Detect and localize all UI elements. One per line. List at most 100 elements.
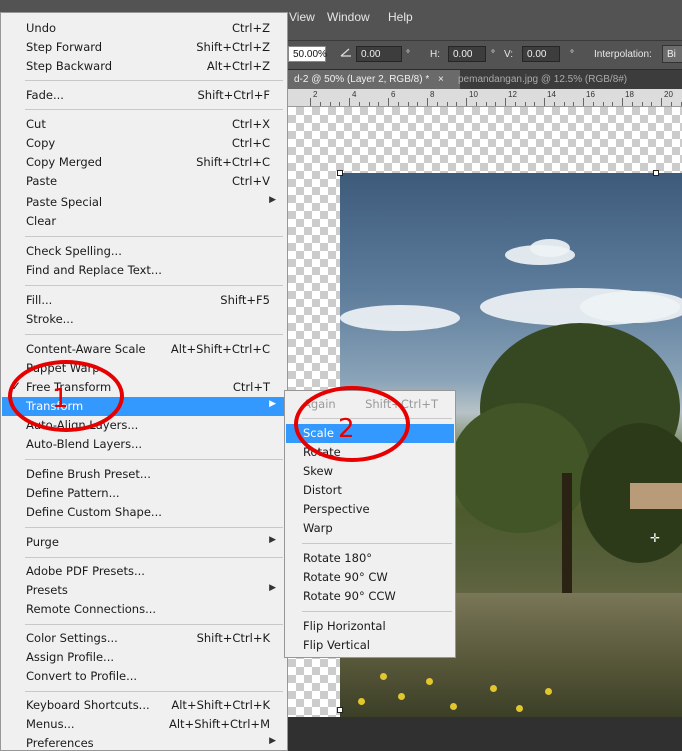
menu-item-content-aware-scale[interactable]: Content-Aware Scale Alt+Shift+Ctrl+C bbox=[2, 340, 286, 359]
menu-item-keyboard-shortcuts[interactable]: Keyboard Shortcuts... Alt+Shift+Ctrl+K bbox=[2, 696, 286, 715]
menu-item-shortcut: Shift+Ctrl+F bbox=[197, 88, 271, 102]
menu-item-auto-blend-layers[interactable]: Auto-Blend Layers... bbox=[2, 435, 286, 454]
menu-separator bbox=[25, 459, 283, 460]
menu-item-preferences[interactable]: Preferences ▶ bbox=[2, 734, 286, 751]
menu-item-color-settings[interactable]: Color Settings... Shift+Ctrl+K bbox=[2, 629, 286, 648]
angle-field[interactable]: 0.00 bbox=[356, 46, 402, 62]
ruler-minor-tick bbox=[446, 102, 448, 106]
menu-item-purge[interactable]: Purge ▶ bbox=[2, 533, 286, 552]
ruler-minor-tick bbox=[592, 102, 594, 106]
crosshair-icon: ✛ bbox=[650, 531, 661, 545]
menu-item-menus[interactable]: Menus... Alt+Shift+Ctrl+M bbox=[2, 715, 286, 734]
menu-window[interactable]: Window bbox=[327, 10, 370, 24]
submenu-item-rotate-180[interactable]: Rotate 180° bbox=[286, 549, 454, 568]
menu-item-fade[interactable]: Fade... Shift+Ctrl+F bbox=[2, 86, 286, 105]
menu-item-shortcut: Shift+Ctrl+C bbox=[196, 155, 270, 169]
submenu-item-skew[interactable]: Skew bbox=[286, 462, 454, 481]
submenu-item-rotate-90-cw[interactable]: Rotate 90° CW bbox=[286, 568, 454, 587]
submenu-item-distort[interactable]: Distort bbox=[286, 481, 454, 500]
close-icon[interactable]: × bbox=[438, 74, 444, 85]
menu-item-label: Preferences bbox=[26, 736, 94, 750]
scale-value-field[interactable]: 50.00% bbox=[288, 46, 327, 62]
document-tabs: d-2 @ 50% (Layer 2, RGB/8) * × pemandang… bbox=[288, 70, 682, 89]
ruler-minor-tick bbox=[358, 102, 360, 106]
angle-icon bbox=[340, 46, 352, 63]
menu-item-label: Clear bbox=[26, 214, 57, 228]
ruler-minor-tick bbox=[436, 102, 438, 106]
transform-handle[interactable] bbox=[337, 170, 343, 176]
menu-item-define-custom-shape[interactable]: Define Custom Shape... bbox=[2, 503, 286, 522]
menu-item-shortcut: Alt+Shift+Ctrl+K bbox=[171, 698, 270, 712]
tab-document-pemandangan[interactable]: pemandangan.jpg @ 12.5% (RGB/8#) bbox=[452, 70, 682, 89]
flower-shape bbox=[426, 678, 433, 685]
menu-item-check-spelling[interactable]: Check Spelling... bbox=[2, 242, 286, 261]
transform-handle[interactable] bbox=[653, 170, 659, 176]
submenu-arrow-icon: ▶ bbox=[269, 195, 276, 205]
tree-trunk bbox=[562, 473, 572, 613]
ruler-tick-label: 12 bbox=[508, 90, 517, 99]
flower-shape bbox=[398, 693, 405, 700]
menu-item-label: Color Settings... bbox=[26, 631, 118, 645]
menu-item-adobe-pdf-presets[interactable]: Adobe PDF Presets... bbox=[2, 562, 286, 581]
transform-handle[interactable] bbox=[337, 707, 343, 713]
menu-item-undo[interactable]: Undo Ctrl+Z bbox=[2, 19, 286, 38]
v-skew-field[interactable]: 0.00 bbox=[522, 46, 560, 62]
menu-item-define-pattern[interactable]: Define Pattern... bbox=[2, 484, 286, 503]
submenu-item-label: Perspective bbox=[303, 502, 370, 516]
menu-item-shortcut: Ctrl+T bbox=[232, 380, 270, 394]
flower-shape bbox=[490, 685, 497, 692]
flower-shape bbox=[380, 673, 387, 680]
menu-item-assign-profile[interactable]: Assign Profile... bbox=[2, 648, 286, 667]
ruler-tick-label: 14 bbox=[547, 90, 556, 99]
ruler-minor-tick bbox=[329, 102, 331, 106]
menu-item-label: Define Brush Preset... bbox=[26, 467, 151, 481]
menu-item-paste-special[interactable]: Paste Special ▶ bbox=[2, 193, 286, 212]
ruler-minor-tick bbox=[553, 102, 555, 106]
ruler-minor-tick bbox=[563, 102, 565, 106]
submenu-item-perspective[interactable]: Perspective bbox=[286, 500, 454, 519]
menu-item-convert-to-profile[interactable]: Convert to Profile... bbox=[2, 667, 286, 686]
submenu-item-warp[interactable]: Warp bbox=[286, 519, 454, 538]
menu-item-stroke[interactable]: Stroke... bbox=[2, 310, 286, 329]
ruler-tick-label: 10 bbox=[469, 90, 478, 99]
interpolation-select[interactable]: Bi bbox=[662, 45, 682, 63]
ruler-minor-tick bbox=[641, 102, 643, 106]
menu-item-label: Fade... bbox=[26, 88, 64, 102]
menu-item-presets[interactable]: Presets ▶ bbox=[2, 581, 286, 600]
menu-item-remote-connections[interactable]: Remote Connections... bbox=[2, 600, 286, 619]
flower-shape bbox=[450, 703, 457, 710]
menu-separator bbox=[25, 624, 283, 625]
menu-item-copy-merged[interactable]: Copy Merged Shift+Ctrl+C bbox=[2, 153, 286, 172]
menu-item-find-replace[interactable]: Find and Replace Text... bbox=[2, 261, 286, 280]
menu-item-step-forward[interactable]: Step Forward Shift+Ctrl+Z bbox=[2, 38, 286, 57]
menu-item-shortcut: Ctrl+X bbox=[232, 117, 270, 131]
menu-item-label: Content-Aware Scale bbox=[26, 342, 146, 356]
menu-item-define-brush-preset[interactable]: Define Brush Preset... bbox=[2, 465, 286, 484]
ruler-tick-label: 20 bbox=[664, 90, 673, 99]
menu-view[interactable]: View bbox=[289, 10, 315, 24]
submenu-item-label: Rotate 90° CW bbox=[303, 570, 388, 584]
tab-document-active[interactable]: d-2 @ 50% (Layer 2, RGB/8) * × bbox=[288, 70, 460, 89]
ruler-minor-tick bbox=[378, 102, 380, 106]
menu-item-step-backward[interactable]: Step Backward Alt+Ctrl+Z bbox=[2, 57, 286, 76]
h-skew-field[interactable]: 0.00 bbox=[448, 46, 486, 62]
ruler-tick-label: 18 bbox=[625, 90, 634, 99]
ruler-minor-tick bbox=[417, 102, 419, 106]
menu-item-paste[interactable]: Paste Ctrl+V bbox=[2, 172, 286, 191]
submenu-arrow-icon: ▶ bbox=[269, 736, 276, 746]
submenu-item-rotate-90-ccw[interactable]: Rotate 90° CCW bbox=[286, 587, 454, 606]
submenu-item-label: Rotate 180° bbox=[303, 551, 373, 565]
submenu-item-flip-horizontal[interactable]: Flip Horizontal bbox=[286, 617, 454, 636]
menu-item-cut[interactable]: Cut Ctrl+X bbox=[2, 115, 286, 134]
h-skew-label: H: bbox=[430, 49, 440, 60]
menu-item-fill[interactable]: Fill... Shift+F5 bbox=[2, 291, 286, 310]
house-shape bbox=[630, 483, 682, 509]
menu-item-copy[interactable]: Copy Ctrl+C bbox=[2, 134, 286, 153]
annotation-number-1: 1 bbox=[52, 384, 69, 414]
menu-item-label: Stroke... bbox=[26, 312, 74, 326]
menu-help[interactable]: Help bbox=[388, 10, 413, 24]
menu-separator bbox=[25, 557, 283, 558]
menu-item-clear[interactable]: Clear bbox=[2, 212, 286, 231]
submenu-item-flip-vertical[interactable]: Flip Vertical bbox=[286, 636, 454, 655]
ruler-minor-tick bbox=[397, 102, 399, 106]
